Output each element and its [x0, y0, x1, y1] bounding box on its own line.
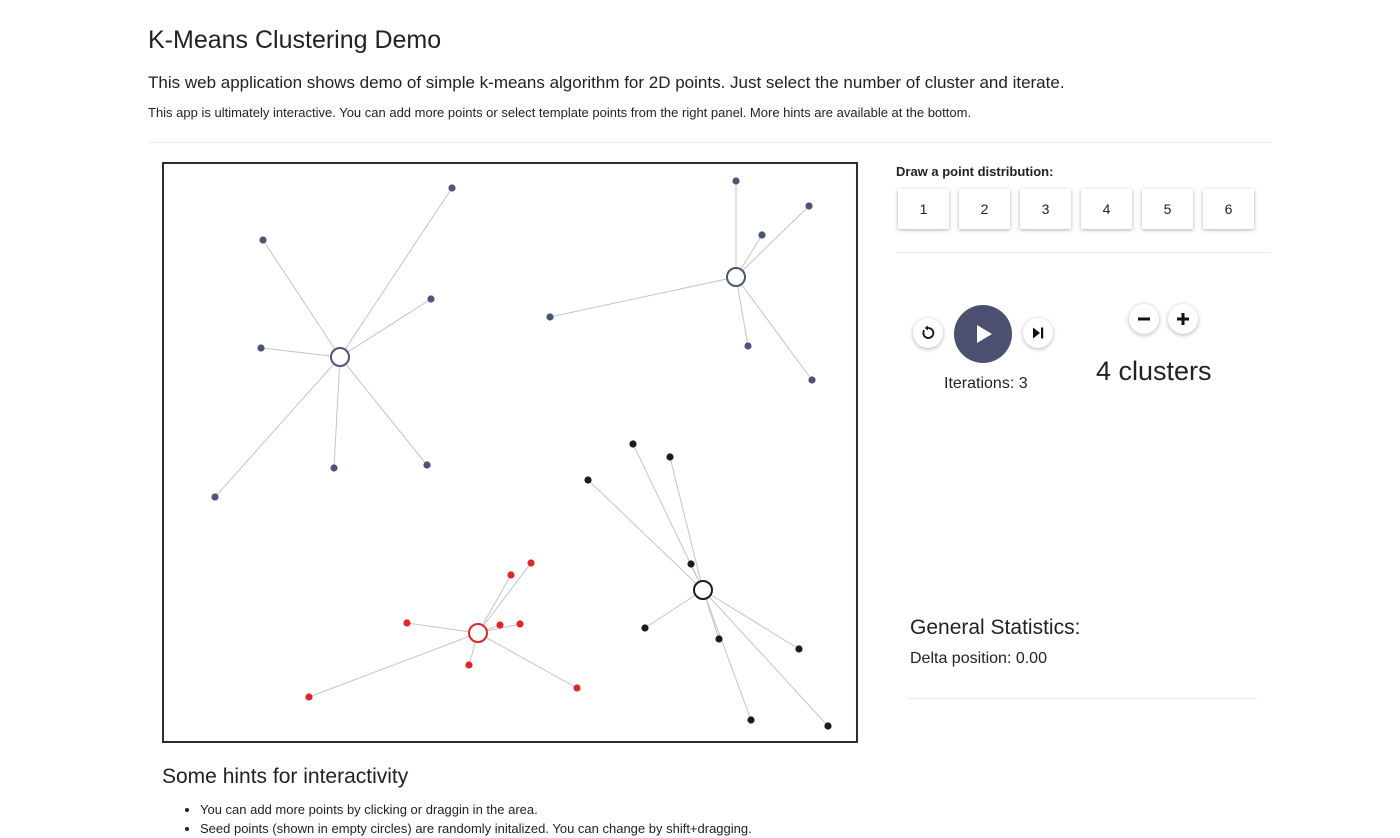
cluster-centroid[interactable] [693, 580, 713, 600]
cluster-link-line [339, 356, 428, 466]
play-button[interactable] [954, 305, 1012, 363]
cluster-count: 4 clusters [1096, 356, 1212, 386]
divider [908, 698, 1258, 699]
data-point[interactable] [824, 722, 832, 730]
hints-list: You can add more points by clicking or d… [162, 800, 752, 838]
sub-text: This app is ultimately interactive. You … [148, 105, 972, 120]
data-point[interactable] [808, 376, 816, 384]
cluster-plot[interactable] [164, 164, 856, 741]
clustering-canvas[interactable] [162, 162, 858, 743]
data-point[interactable] [546, 313, 554, 321]
reset-button[interactable] [913, 318, 943, 348]
data-point[interactable] [465, 661, 473, 669]
data-point[interactable] [403, 619, 411, 627]
hints-title: Some hints for interactivity [162, 765, 409, 788]
divider [148, 142, 1272, 143]
decrease-clusters-button[interactable] [1129, 304, 1159, 334]
minus-icon [1138, 317, 1150, 321]
data-point[interactable] [448, 184, 456, 192]
header: K-Means Clustering Demo This web applica… [148, 26, 1272, 120]
distribution-button-6[interactable]: 6 [1203, 189, 1254, 229]
data-point[interactable] [516, 620, 524, 628]
data-point[interactable] [715, 635, 723, 643]
step-forward-button[interactable] [1023, 318, 1053, 348]
data-point[interactable] [687, 560, 695, 568]
list-item: Seed points (shown in empty circles) are… [200, 819, 752, 838]
plus-icon [1177, 313, 1189, 325]
data-point[interactable] [507, 571, 515, 579]
data-point[interactable] [744, 342, 752, 350]
cluster-link-line [477, 632, 578, 689]
cluster-link-line [735, 205, 810, 278]
distribution-button-5[interactable]: 5 [1142, 189, 1193, 229]
data-point[interactable] [805, 202, 813, 210]
data-point[interactable] [747, 716, 755, 724]
data-point[interactable] [305, 693, 313, 701]
cluster-link-line [549, 276, 737, 318]
distribution-label: Draw a point distribution: [896, 164, 1054, 179]
cluster-centroid[interactable] [726, 267, 746, 287]
increase-clusters-button[interactable] [1168, 304, 1198, 334]
iterations-count: Iterations: 3 [944, 375, 1028, 392]
data-point[interactable] [795, 645, 803, 653]
cluster-link-line [587, 479, 704, 591]
cluster-link-line [214, 356, 341, 498]
cluster-link-line [702, 589, 752, 721]
data-point[interactable] [666, 453, 674, 461]
cluster-link-line [477, 574, 512, 634]
reset-icon [922, 325, 935, 339]
play-icon [977, 325, 992, 343]
data-point[interactable] [496, 621, 504, 629]
data-point[interactable] [257, 344, 265, 352]
data-point[interactable] [527, 559, 535, 567]
cluster-link-line [339, 298, 432, 358]
data-point[interactable] [629, 440, 637, 448]
data-point[interactable] [584, 476, 592, 484]
cluster-link-line [262, 239, 341, 358]
data-point[interactable] [427, 295, 435, 303]
data-point[interactable] [732, 177, 740, 185]
cluster-link-line [260, 347, 341, 358]
divider [896, 252, 1270, 253]
distribution-button-2[interactable]: 2 [959, 189, 1010, 229]
cluster-link-line [333, 356, 341, 469]
stats-title: General Statistics: [910, 616, 1081, 639]
page-title: K-Means Clustering Demo [148, 26, 442, 54]
page: K-Means Clustering Demo This web applica… [0, 0, 1400, 838]
data-point[interactable] [573, 684, 581, 692]
cluster-link-line [644, 589, 704, 629]
data-point[interactable] [758, 231, 766, 239]
distribution-button-1[interactable]: 1 [898, 189, 949, 229]
cluster-link-line [735, 276, 749, 347]
lead-text: This web application shows demo of simpl… [148, 73, 1065, 92]
data-point[interactable] [259, 236, 267, 244]
data-point[interactable] [330, 464, 338, 472]
data-point[interactable] [423, 461, 431, 469]
distribution-buttons: 1 2 3 4 5 6 [898, 189, 1254, 229]
list-item: You can add more points by clicking or d… [200, 800, 752, 819]
distribution-button-3[interactable]: 3 [1020, 189, 1071, 229]
cluster-link-line [735, 276, 813, 381]
cluster-centroid[interactable] [468, 623, 488, 643]
data-point[interactable] [641, 624, 649, 632]
cluster-link-line [339, 187, 453, 358]
data-point[interactable] [211, 493, 219, 501]
delta-position: Delta position: 0.00 [910, 650, 1047, 667]
step-forward-icon [1033, 327, 1044, 339]
cluster-centroid[interactable] [330, 347, 350, 367]
distribution-button-4[interactable]: 4 [1081, 189, 1132, 229]
cluster-link-line [406, 622, 479, 634]
cluster-link-line [702, 589, 829, 727]
cluster-link-line [308, 632, 479, 698]
cluster-link-line [669, 456, 704, 591]
